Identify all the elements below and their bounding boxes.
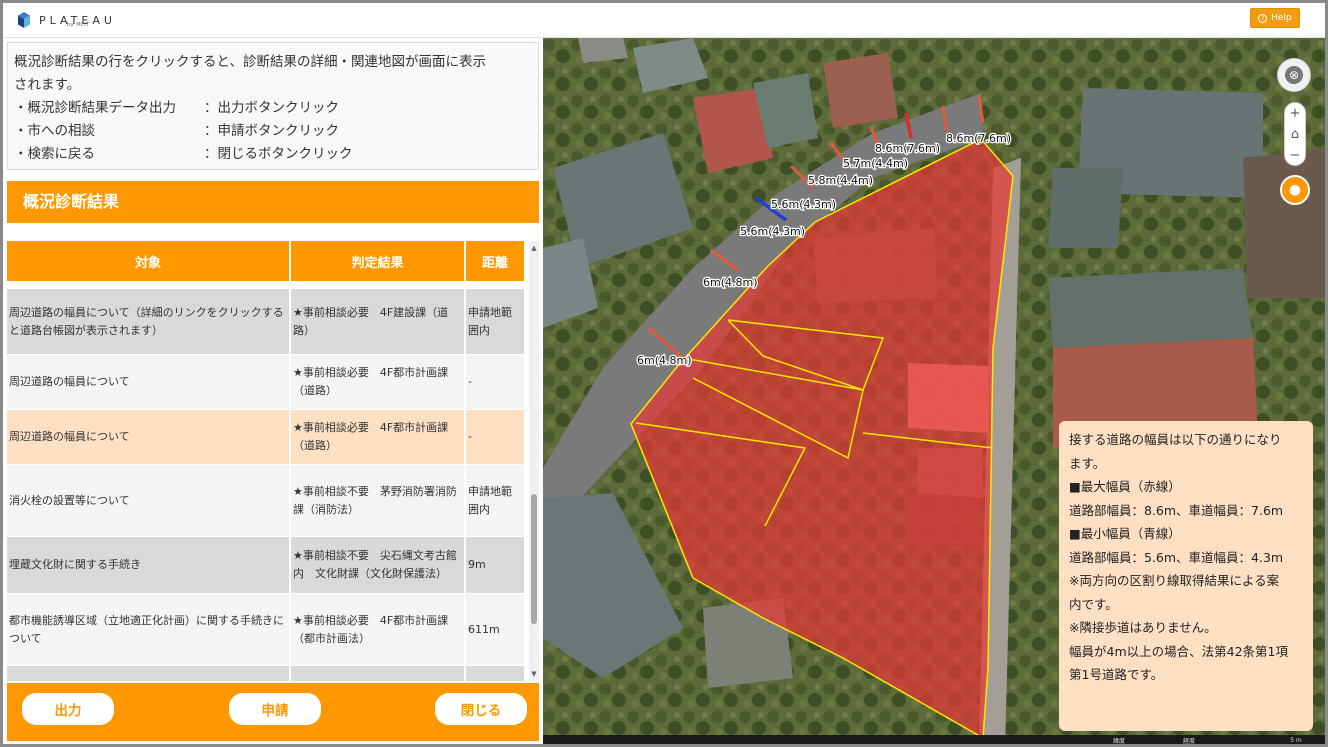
instruction-value: ：申請ボタンクリック: [204, 123, 339, 139]
map-view[interactable]: 8.6m(7.6m) 8.6m(7.6m) 5.7m(4.4m) 5.8m(4.…: [543, 38, 1325, 745]
left-panel: 概況診断結果の行をクリックすると、診断結果の詳細・関連地図が画面に表示 されます…: [3, 38, 543, 744]
cell-target: 周辺道路の幅員について: [7, 410, 291, 464]
result-section-title: 概況診断結果: [7, 181, 539, 223]
table-row[interactable]: [7, 666, 526, 681]
road-label: 8.6m(7.6m): [946, 132, 1011, 145]
info-line: 接する道路の幅員は以下の通りになり: [1069, 432, 1282, 447]
table-row[interactable]: 周辺道路の幅員について ★事前相談必要 4F都市計画課（道路） -: [7, 355, 526, 410]
help-icon: ?: [1258, 13, 1268, 23]
info-line: 道路部幅員：8.6m、車道幅員：7.6m: [1069, 502, 1284, 518]
header-bar: PLATEAU by MLIT ? Help: [3, 3, 1325, 38]
info-line: 幅員が4m以上の場合、法第42条第1項: [1069, 643, 1288, 659]
road-label: 8.6m(7.6m): [875, 142, 940, 155]
info-line: ■最小幅員（青線）: [1069, 526, 1181, 541]
cell-distance: -: [466, 410, 526, 464]
road-label: 5.6m(4.3m): [740, 225, 805, 238]
scroll-up-arrow-icon[interactable]: ▲: [529, 241, 539, 255]
action-button-bar: 出力 申請 閉じる: [7, 683, 539, 741]
info-line: ※隣接歩道はありません。: [1069, 620, 1217, 635]
cell-distance: 611m: [466, 594, 526, 665]
help-button[interactable]: ? Help: [1250, 8, 1300, 28]
instruction-item-close: ・検索に戻る ：閉じるボタンクリック: [14, 143, 532, 166]
scroll-down-arrow-icon[interactable]: ▼: [529, 667, 539, 681]
road-label: 5.8m(4.4m): [808, 174, 873, 187]
column-header-target: 対象: [7, 241, 291, 281]
info-line: ※両方向の区割り線取得結果による案: [1069, 573, 1280, 588]
close-button[interactable]: 閉じる: [435, 693, 527, 725]
result-table: 対象 判定結果 距離 周辺道路の幅員について（詳細のリンクをクリックすると道路台…: [7, 241, 526, 681]
app-window: PLATEAU by MLIT ? Help 概況診断結果の行をクリックすると、…: [0, 0, 1328, 747]
table-row[interactable]: 周辺道路の幅員について ★事前相談必要 4F都市計画課（道路） -: [7, 410, 526, 465]
latitude-label: 緯度: [1113, 738, 1126, 745]
instruction-item-output: ・概況診断結果データ出力 ：出力ボタンクリック: [14, 97, 532, 120]
cell-target: 周辺道路の幅員について: [7, 355, 291, 409]
cell-distance: -: [466, 355, 526, 409]
instruction-line: 概況診断結果の行をクリックすると、診断結果の詳細・関連地図が画面に表示: [14, 54, 486, 70]
coordinate-bar: 緯度 経度 5 m: [543, 735, 1325, 745]
cell-target: 周辺道路の幅員について（詳細のリンクをクリックすると道路台帳図が表示されます）: [7, 289, 291, 354]
zoom-control: + ⌂ −: [1284, 102, 1306, 166]
road-label: 6m(4.8m): [637, 354, 692, 367]
cell-target: 埋蔵文化財に関する手続き: [7, 537, 291, 593]
cell-judgement: ★事前相談不要 茅野消防署消防課（消防法）: [291, 465, 466, 536]
cell-distance: 9m: [466, 537, 526, 593]
cell-judgement: ★事前相談不要 尖石縄文考古館 内 文化財課（文化財保護法）: [291, 537, 466, 593]
logo-cube-icon: [18, 12, 30, 28]
table-row[interactable]: 周辺道路の幅員について（詳細のリンクをクリックすると道路台帳図が表示されます） …: [7, 289, 526, 355]
scale-bar: 5 m: [1283, 737, 1309, 744]
instructions-box: 概況診断結果の行をクリックすると、診断結果の詳細・関連地図が画面に表示 されます…: [7, 42, 539, 170]
table-scrollbar[interactable]: ▲ ▼: [529, 241, 539, 681]
location-pin-icon: ●: [1288, 182, 1302, 198]
help-label: Help: [1271, 13, 1292, 23]
cell-judgement: ★事前相談必要 4F建設課（道路）: [291, 289, 466, 354]
compass-button[interactable]: ⊗: [1277, 58, 1311, 92]
result-table-container: 対象 判定結果 距離 周辺道路の幅員について（詳細のリンクをクリックすると道路台…: [7, 241, 539, 681]
instruction-key: ・検索に戻る: [14, 146, 95, 162]
zoom-in-button[interactable]: +: [1285, 103, 1305, 124]
location-pin-button[interactable]: ●: [1280, 175, 1310, 205]
cell-distance: 申請地範囲内: [466, 465, 526, 536]
info-line: 第1号道路です。: [1069, 667, 1164, 682]
apply-button[interactable]: 申請: [229, 693, 321, 725]
instruction-key: ・概況診断結果データ出力: [14, 100, 176, 116]
logo-subtext: by MLIT: [67, 22, 90, 28]
road-label: 5.6m(4.3m): [771, 198, 836, 211]
instruction-key: ・市への相談: [14, 123, 95, 139]
zoom-out-button[interactable]: −: [1285, 145, 1305, 166]
scrollbar-thumb[interactable]: [531, 494, 537, 624]
road-info-popup: 接する道路の幅員は以下の通りになり ます。 ■最大幅員（赤線） 道路部幅員：8.…: [1059, 421, 1313, 731]
info-line: 内です。: [1069, 596, 1118, 612]
table-row[interactable]: 消火栓の設置等について ★事前相談不要 茅野消防署消防課（消防法） 申請地範囲内: [7, 465, 526, 537]
cell-target: 消火栓の設置等について: [7, 465, 291, 536]
instruction-value: ：閉じるボタンクリック: [204, 146, 353, 162]
table-row[interactable]: 埋蔵文化財に関する手続き ★事前相談不要 尖石縄文考古館 内 文化財課（文化財保…: [7, 537, 526, 594]
home-button[interactable]: ⌂: [1285, 124, 1305, 145]
instruction-line: されます。: [14, 77, 81, 93]
info-line: 道路部幅員：5.6m、車道幅員：4.3m: [1069, 549, 1284, 565]
output-button[interactable]: 出力: [22, 693, 114, 725]
column-header-distance: 距離: [466, 241, 526, 281]
info-line: ます。: [1069, 455, 1106, 471]
road-label: 6m(4.8m): [703, 276, 758, 289]
cell-judgement: ★事前相談必要 4F都市計画課（都市計画法）: [291, 594, 466, 665]
longitude-label: 経度: [1183, 738, 1196, 745]
column-header-judgement: 判定結果: [291, 241, 466, 281]
compass-icon: ⊗: [1285, 66, 1303, 84]
cell-judgement: ★事前相談必要 4F都市計画課（道路）: [291, 410, 466, 464]
instruction-value: ：出力ボタンクリック: [204, 100, 339, 116]
cell-target: 都市機能誘導区域（立地適正化計画）に関する手続きについて: [7, 594, 291, 665]
info-line: ■最大幅員（赤線）: [1069, 479, 1181, 494]
cell-distance: 申請地範囲内: [466, 289, 526, 354]
table-row[interactable]: 都市機能誘導区域（立地適正化計画）に関する手続きについて ★事前相談必要 4F都…: [7, 594, 526, 666]
road-label: 5.7m(4.4m): [843, 157, 908, 170]
instruction-item-apply: ・市への相談 ：申請ボタンクリック: [14, 120, 532, 143]
table-header: 対象 判定結果 距離: [7, 241, 526, 281]
cell-judgement: ★事前相談必要 4F都市計画課（道路）: [291, 355, 466, 409]
